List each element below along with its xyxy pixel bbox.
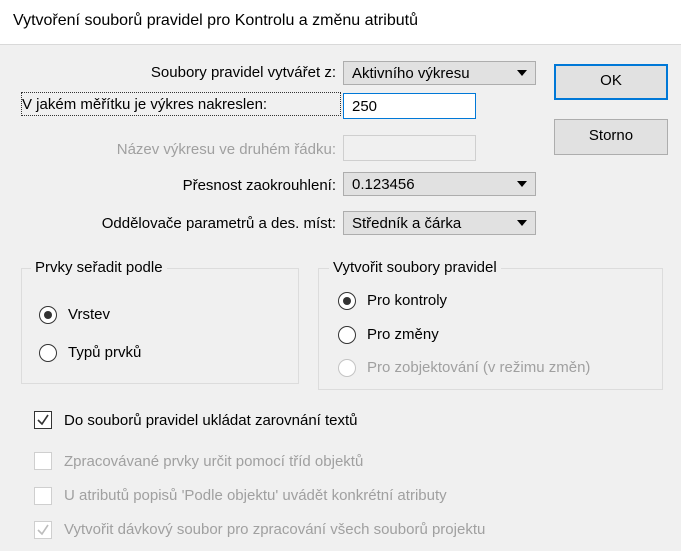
source-combobox[interactable]: Aktivního výkresu [343,61,536,85]
ok-button[interactable]: OK [554,64,668,100]
checkbox-batch-file[interactable] [34,521,52,539]
dialog-title-bar: Vytvoření souborů pravidel pro Kontrolu … [0,0,681,45]
checkbox-concrete-attributes[interactable] [34,487,52,505]
radio-create-changes[interactable] [338,326,356,344]
chevron-down-icon [517,181,527,187]
checkbox-concrete-attributes-label: U atributů popisů 'Podle objektu' uvádět… [64,487,447,504]
radio-create-checks[interactable] [338,292,356,310]
drawing-name-input[interactable] [343,135,476,161]
radio-sort-types[interactable] [39,344,57,362]
dialog-title: Vytvoření souborů pravidel pro Kontrolu … [13,12,418,29]
checkbox-save-text-alignment-label: Do souborů pravidel ukládat zarovnání te… [64,412,358,429]
sort-group-title: Prvky seřadit podle [31,259,167,276]
drawing-name-label: Název výkresu ve druhém řádku: [116,141,336,158]
checkmark-icon [37,414,49,426]
precision-label: Přesnost zaokrouhlení: [182,177,336,194]
source-label: Soubory pravidel vytvářet z: [150,64,336,81]
chevron-down-icon [517,220,527,226]
scale-value: 250 [352,98,378,115]
checkbox-object-classes-label: Zpracovávané prvky určit pomocí tříd obj… [64,453,364,470]
create-group-title: Vytvořit soubory pravidel [329,259,501,276]
sort-group [21,268,299,384]
radio-sort-layers-label: Vrstev [68,306,110,323]
checkbox-batch-file-label: Vytvořit dávkový soubor pro zpracování v… [64,521,486,538]
checkbox-save-text-alignment[interactable] [34,411,52,429]
checkmark-icon [37,524,49,536]
radio-create-objectify[interactable] [338,359,356,377]
ok-button-label: OK [600,72,622,89]
separators-combobox[interactable]: Středník a čárka [343,211,536,235]
cancel-button-label: Storno [588,127,634,144]
radio-create-objectify-label: Pro zobjektování (v režimu změn) [367,359,591,376]
chevron-down-icon [517,70,527,76]
precision-value: 0.123456 [352,176,415,193]
radio-sort-types-label: Typů prvků [68,344,142,361]
scale-input[interactable]: 250 [343,93,476,119]
cancel-button[interactable]: Storno [554,119,668,155]
scale-label: V jakém měřítku je výkres nakreslen: [22,96,268,113]
source-value: Aktivního výkresu [352,65,470,82]
radio-create-changes-label: Pro změny [367,326,439,343]
checkbox-object-classes[interactable] [34,452,52,470]
radio-create-checks-label: Pro kontroly [367,292,448,309]
precision-combobox[interactable]: 0.123456 [343,172,536,196]
separators-label: Oddělovače parametrů a des. míst: [101,215,336,232]
radio-sort-layers[interactable] [39,306,57,324]
separators-value: Středník a čárka [352,215,462,232]
